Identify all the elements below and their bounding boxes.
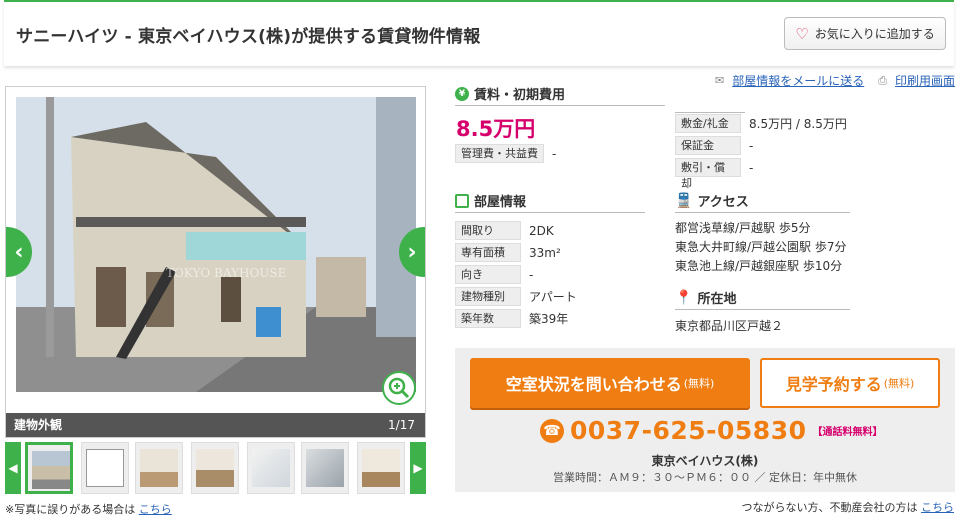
rent-section-title: ¥ 賃料・初期費用 (455, 84, 665, 106)
room-label: 向き (455, 265, 521, 284)
inquiry-button[interactable]: 空室状況を問い合わせる (無料) (470, 358, 750, 408)
access-section-title: 🚆 アクセス (675, 191, 850, 213)
guarantee-value: - (749, 138, 754, 153)
visit-reserve-button[interactable]: 見学予約する (無料) (760, 358, 940, 408)
thumb-prev-button[interactable]: ◀ (5, 442, 21, 494)
room-row: 築年数 築39年 (455, 309, 568, 328)
deposit-value: 8.5万円 / 8.5万円 (749, 117, 847, 131)
guarantee-label: 保証金 (675, 136, 741, 155)
bottom-note-text: つながらない方、不動産会社の方は (741, 501, 918, 514)
divider (675, 112, 745, 113)
business-hours: 営業時間：ＡＭ９：３０～ＰＭ６：００ ／ 定休日：年中無休 (553, 471, 857, 484)
bottom-note: つながらない方、不動産会社の方は こちら (742, 499, 955, 515)
visit-free: (無料) (883, 377, 915, 390)
room-value: - (529, 267, 534, 282)
add-favorite-button[interactable]: ♡ お気に入りに追加する (784, 17, 946, 50)
deposit-row: 敷金/礼金 8.5万円 / 8.5万円 (675, 114, 847, 133)
management-fee-row: 管理費・共益費 - (455, 144, 556, 163)
visit-label: 見学予約する (785, 375, 882, 394)
chevron-left-icon: ◀ (8, 461, 18, 475)
room-title-text: 部屋情報 (474, 195, 527, 210)
room-section-title: 部屋情報 (455, 191, 645, 213)
thumbnail[interactable] (81, 442, 129, 494)
room-value: アパート (529, 290, 577, 304)
room-row: 建物種別 アパート (455, 287, 577, 306)
rent-price: 8.5万円 (456, 117, 536, 141)
print-icon: ⎙ (878, 73, 888, 87)
phone-block[interactable]: ☎ 0037-625-05830 【通話料無料】 (540, 416, 883, 445)
location-section-title: 📍 所在地 (675, 288, 850, 310)
thumbnail[interactable] (301, 442, 349, 494)
print-link[interactable]: 印刷用画面 (895, 72, 955, 89)
thumbnail[interactable] (357, 442, 405, 494)
rent-title-text: 賃料・初期費用 (474, 88, 566, 103)
page-header: サニーハイツ - 東京ベイハウス(株)が提供する賃貸物件情報 ♡ お気に入りに追… (4, 0, 954, 66)
phone-free-note: 【通話料無料】 (812, 427, 883, 438)
room-value: 33m² (529, 245, 561, 260)
photo-report-link[interactable]: こちら (139, 503, 172, 516)
zoom-in-icon (388, 377, 410, 399)
svg-text:TOKYO BAYHOUSE: TOKYO BAYHOUSE (166, 266, 286, 280)
chevron-right-icon: › (407, 239, 417, 265)
phone-number: 0037-625-05830 (570, 416, 807, 445)
access-title-text: アクセス (697, 195, 749, 210)
photo-error-note: ※写真に誤りがある場合は こちら (5, 501, 172, 517)
photo-caption-bar: 建物外観 1/17 (6, 413, 425, 437)
add-favorite-label: お気に入りに追加する (814, 27, 935, 41)
access-line: 東急池上線/戸越銀座駅 歩10分 (675, 259, 843, 273)
train-icon: 🚆 (675, 192, 693, 209)
chevron-left-icon: ‹ (14, 239, 24, 265)
inquiry-label: 空室状況を問い合わせる (505, 375, 682, 394)
room-value: 築39年 (529, 312, 569, 326)
thumb-next-button[interactable]: ▶ (410, 442, 426, 494)
shikibiki-row: 敷引・償却 - (675, 158, 754, 190)
room-value: 2DK (529, 223, 554, 238)
contact-box: 空室状況を問い合わせる (無料) 見学予約する (無料) ☎ 0037-625-05… (455, 348, 955, 492)
photo-counter: 1/17 (388, 418, 415, 432)
thumbnail[interactable] (191, 442, 239, 494)
top-links: ✉ 部屋情報をメールに送る ⎙ 印刷用画面 (715, 72, 955, 89)
map-pin-icon: 📍 (675, 289, 693, 306)
photo-caption: 建物外観 (14, 418, 63, 432)
send-mail-link[interactable]: 部屋情報をメールに送る (732, 72, 864, 89)
yen-icon: ¥ (455, 86, 469, 101)
bottom-note-link[interactable]: こちら (921, 501, 954, 514)
thumbnail[interactable] (135, 442, 183, 494)
phone-icon: ☎ (540, 418, 564, 443)
access-line: 東急大井町線/戸越公園駅 歩7分 (675, 240, 847, 254)
room-label: 築年数 (455, 309, 521, 328)
room-label: 専有面積 (455, 243, 521, 262)
photo-note-text: ※写真に誤りがある場合は (5, 503, 136, 516)
deposit-label: 敷金/礼金 (675, 114, 741, 133)
room-row: 向き - (455, 265, 533, 284)
room-label: 建物種別 (455, 287, 521, 306)
access-list: 都営浅草線/戸越駅 歩5分 東急大井町線/戸越公園駅 歩7分 東急池上線/戸越銀… (675, 219, 847, 276)
photo-gallery: TOKYO BAYHOUSE ‹ › 建物外観 1/17 (5, 86, 426, 438)
heart-icon: ♡ (795, 24, 809, 43)
zoom-button[interactable] (382, 371, 416, 405)
guarantee-row: 保証金 - (675, 136, 753, 155)
address: 東京都品川区戸越２ (675, 319, 784, 333)
thumbnail[interactable] (25, 442, 73, 494)
thumbnail[interactable] (247, 442, 295, 494)
mail-icon: ✉ (715, 74, 725, 87)
chevron-right-icon: ▶ (413, 461, 423, 475)
building-photo[interactable]: TOKYO BAYHOUSE (16, 97, 416, 392)
access-line: 都営浅草線/戸越駅 歩5分 (675, 221, 811, 235)
location-title-text: 所在地 (697, 292, 737, 307)
management-fee-value: - (552, 146, 557, 161)
page-title: サニーハイツ - 東京ベイハウス(株)が提供する賃貸物件情報 (16, 27, 481, 47)
shikibiki-value: - (749, 160, 754, 175)
shikibiki-label: 敷引・償却 (675, 158, 741, 190)
room-row: 間取り 2DK (455, 221, 554, 240)
floorplan-icon (455, 193, 469, 208)
inquiry-free: (無料) (683, 377, 715, 390)
company-name: 東京ベイハウス(株) (651, 454, 759, 468)
thumbnail-strip: ◀ ▶ (5, 442, 426, 494)
room-label: 間取り (455, 221, 521, 240)
management-fee-label: 管理費・共益費 (455, 144, 544, 163)
room-row: 専有面積 33m² (455, 243, 561, 262)
